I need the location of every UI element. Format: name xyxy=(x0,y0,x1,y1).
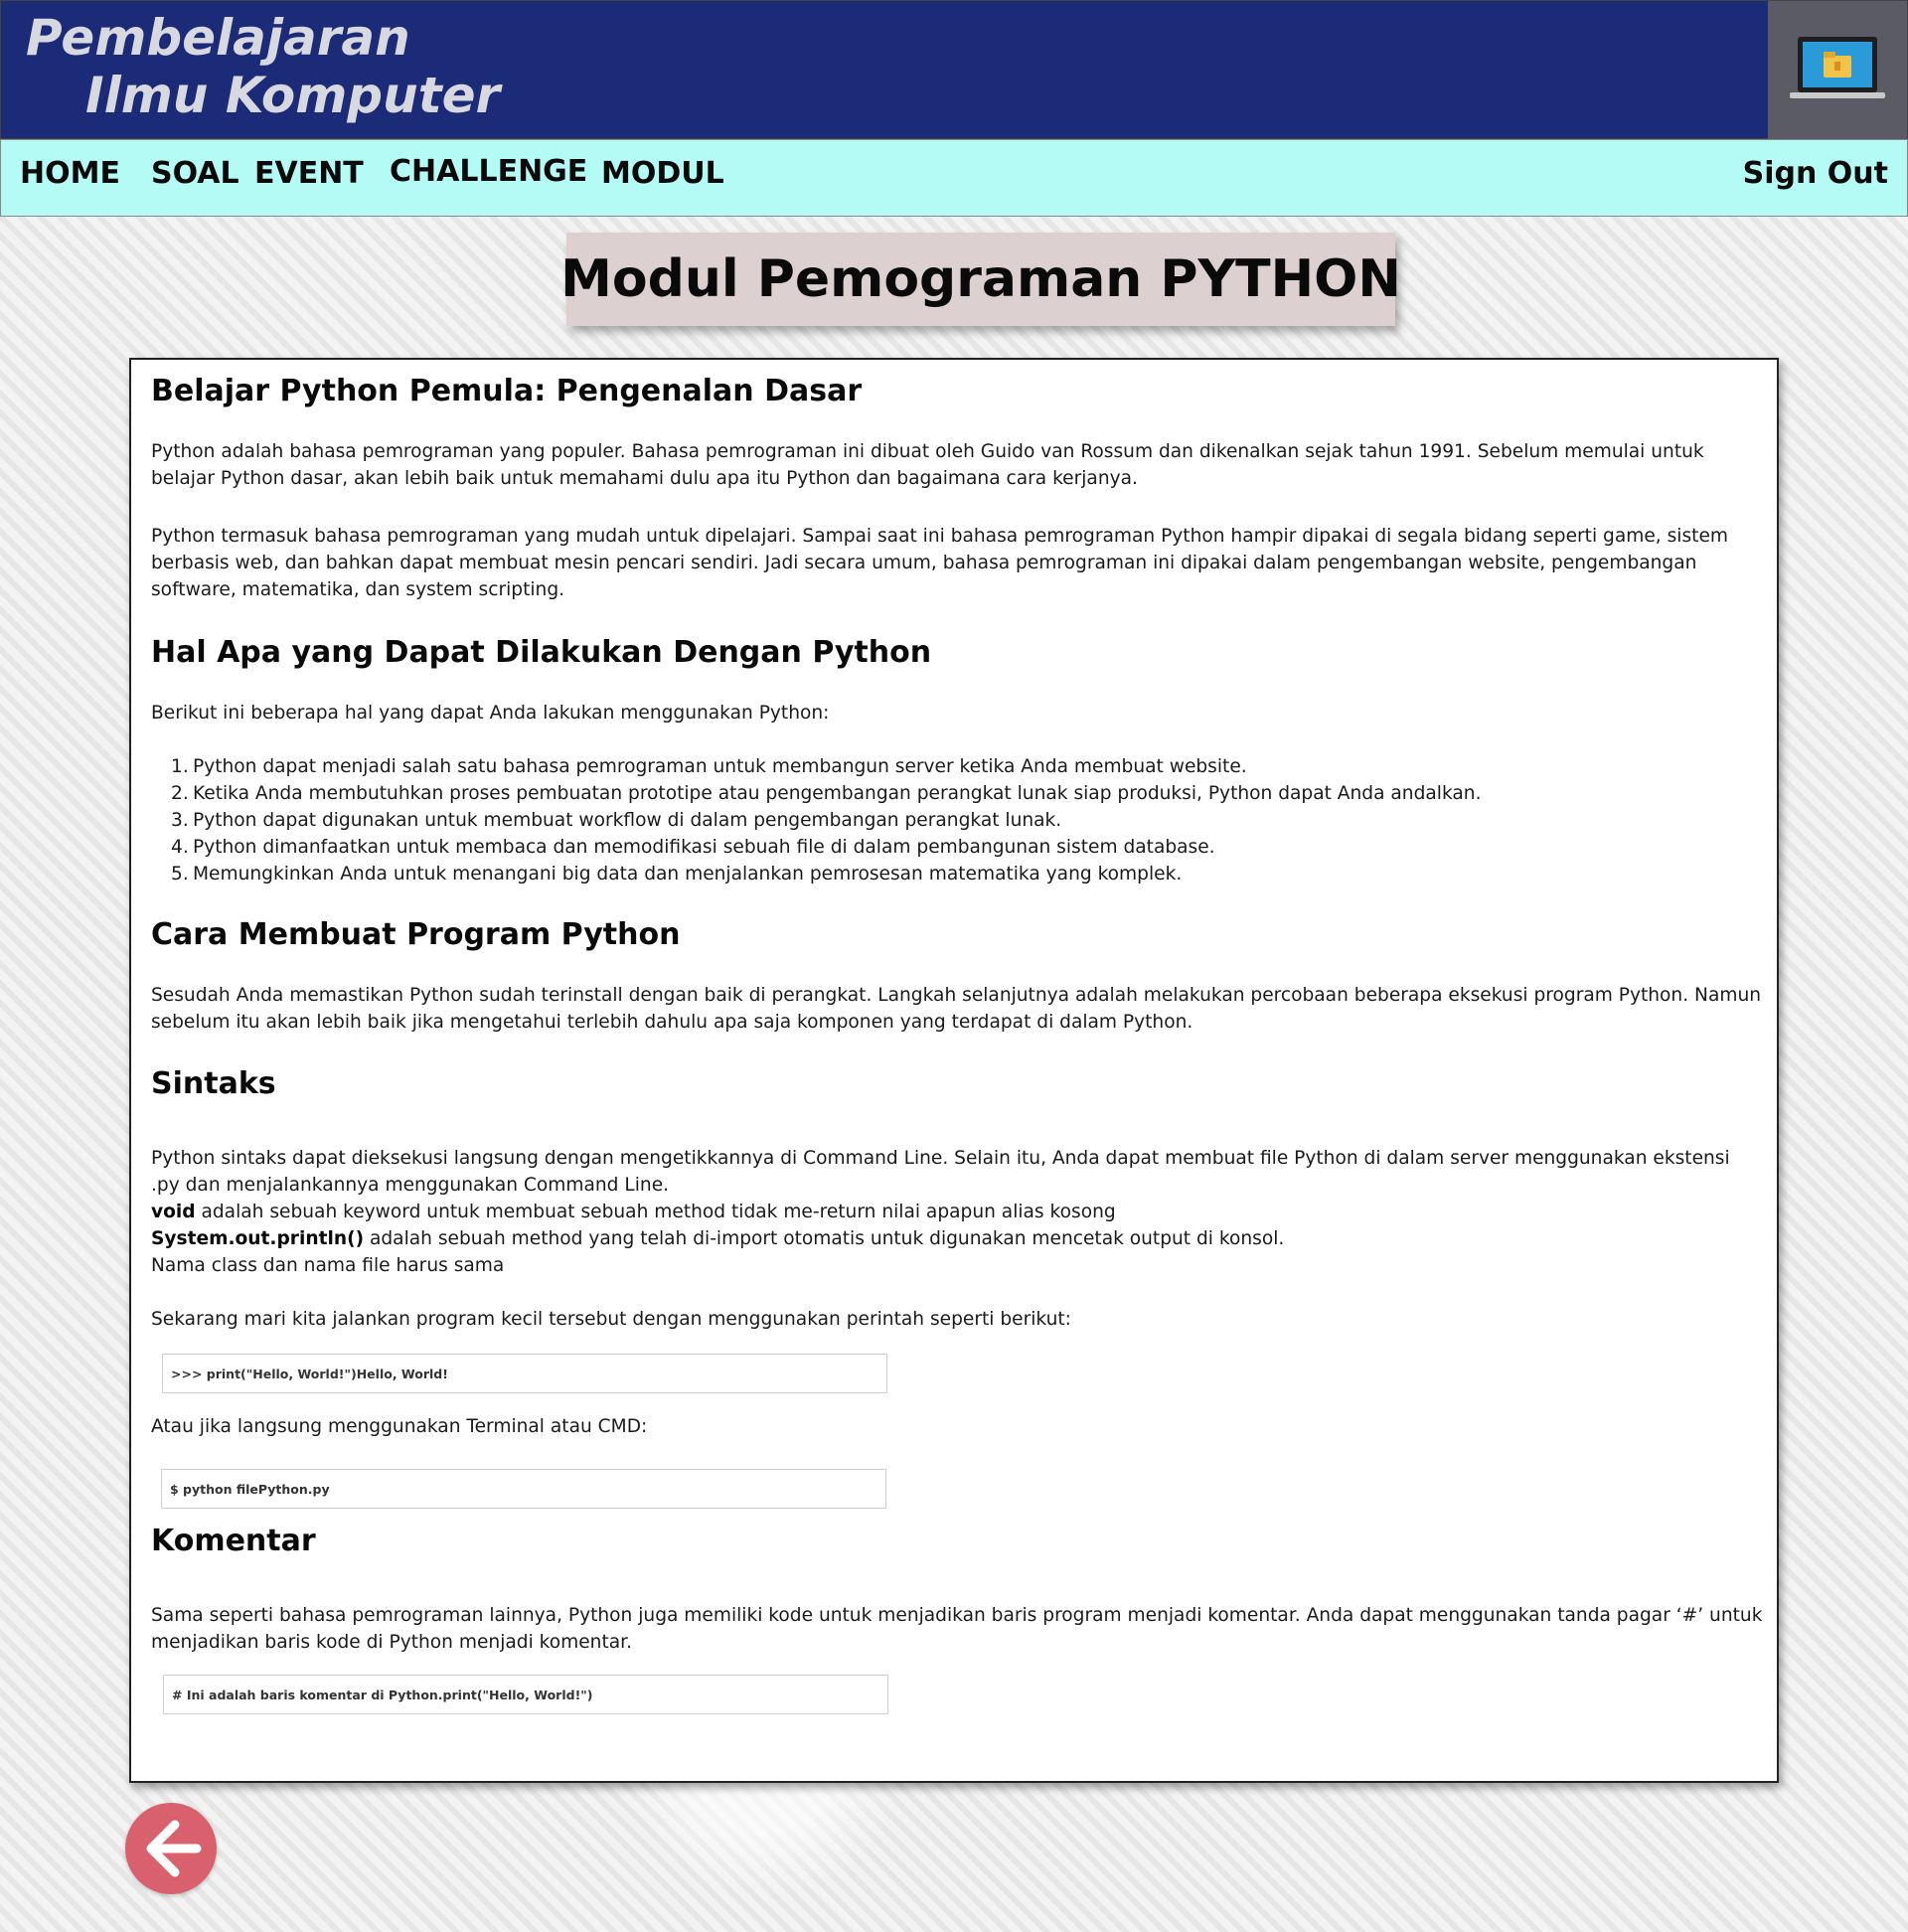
syntax-void-line: void adalah sebuah keyword untuk membuat… xyxy=(151,1202,1116,1222)
void-keyword: void xyxy=(151,1202,196,1222)
nav-challenge[interactable]: CHALLENGE xyxy=(390,154,587,189)
syntax-println-line: System.out.println() adalah sebuah metho… xyxy=(151,1228,1285,1249)
syntax-run-intro: Sekarang mari kita jalankan program keci… xyxy=(151,1309,1071,1330)
main-navbar: HOME SOAL EVENT CHALLENGE MODUL Sign Out xyxy=(0,139,1908,217)
syntax-terminal-intro: Atau jika langsung menggunakan Terminal … xyxy=(151,1416,648,1437)
uses-intro: Berikut ini beberapa hal yang dapat Anda… xyxy=(151,703,830,724)
list-item: 5. Memungkinkan Anda untuk menangani big … xyxy=(171,864,1183,885)
nav-modul[interactable]: MODUL xyxy=(601,156,724,191)
arrow-left-icon xyxy=(146,1820,202,1877)
laptop-folder-icon[interactable] xyxy=(1768,1,1907,140)
brand-title-line2: Ilmu Komputer xyxy=(85,67,501,124)
create-paragraph: Sesudah Anda memastikan Python sudah ter… xyxy=(151,985,1762,1033)
list-item: 1. Python dapat menjadi salah satu bahasa… xyxy=(171,756,1247,777)
intro-paragraph-1: Python adalah bahasa pemrograman yang po… xyxy=(151,441,1704,489)
list-item: 4. Python dimanfaatkan untuk membaca dan … xyxy=(171,837,1215,858)
site-header: Pembelajaran Ilmu Komputer xyxy=(0,0,1908,140)
section-heading-intro: Belajar Python Pemula: Pengenalan Dasar xyxy=(151,374,863,408)
list-item: 3. Python dapat digunakan untuk membuat w… xyxy=(171,810,1062,831)
println-keyword: System.out.println() xyxy=(151,1228,365,1249)
syntax-class-note: Nama class dan nama file harus sama xyxy=(151,1255,505,1276)
code-block-hello-world: >>> print("Hello, World!")Hello, World! xyxy=(162,1354,887,1393)
section-heading-syntax: Sintaks xyxy=(151,1066,276,1101)
module-content-card: Belajar Python Pemula: Pengenalan Dasar … xyxy=(129,358,1779,1783)
intro-paragraph-2: Python termasuk bahasa pemrograman yang … xyxy=(151,526,1728,600)
sign-out-link[interactable]: Sign Out xyxy=(1743,156,1888,191)
section-heading-create: Cara Membuat Program Python xyxy=(151,917,681,952)
nav-home[interactable]: HOME xyxy=(20,156,120,191)
syntax-paragraph: Python sintaks dapat dieksekusi langsung… xyxy=(151,1148,1730,1196)
nav-soal[interactable]: SOAL xyxy=(151,156,239,191)
uses-list: 1. Python dapat menjadi salah satu bahasa… xyxy=(171,753,1763,887)
page-title: Modul Pemograman PYTHON xyxy=(560,249,1401,309)
brand-title-line1: Pembelajaran xyxy=(26,9,410,67)
code-block-terminal: $ python filePython.py xyxy=(161,1469,886,1509)
code-block-comment: # Ini adalah baris komentar di Python.pr… xyxy=(163,1675,888,1714)
back-button[interactable] xyxy=(125,1803,217,1894)
comment-paragraph: Sama seperti bahasa pemrograman lainnya,… xyxy=(151,1605,1763,1653)
section-heading-comment: Komentar xyxy=(151,1524,316,1558)
nav-event[interactable]: EVENT xyxy=(254,156,364,191)
section-heading-uses: Hal Apa yang Dapat Dilakukan Dengan Pyth… xyxy=(151,635,932,670)
list-item: 2. Ketika Anda membutuhkan proses pembuat… xyxy=(171,783,1482,804)
page-title-banner: Modul Pemograman PYTHON xyxy=(560,233,1401,326)
